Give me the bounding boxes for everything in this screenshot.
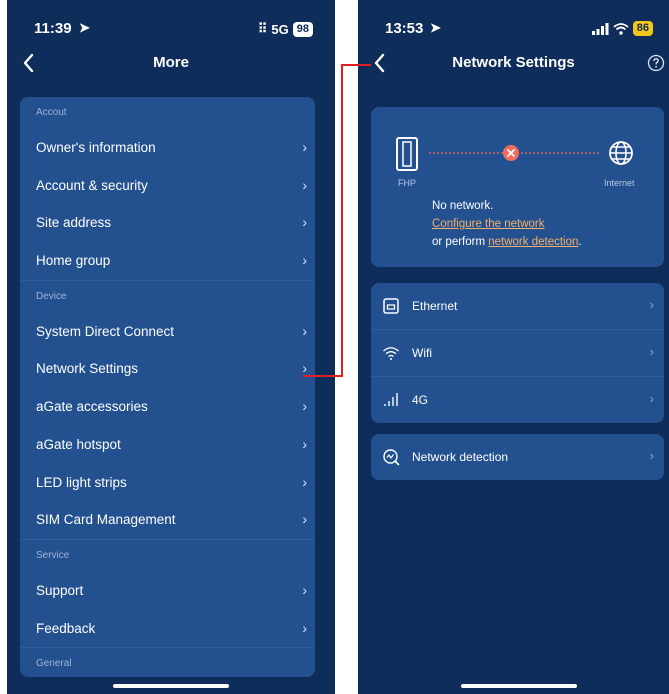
status-bar: 11:39 ➤ ⠿ 5G 98 (7, 0, 335, 48)
network-detection-row[interactable]: Network detection › (371, 434, 664, 480)
no-network-text: No network. (432, 200, 494, 212)
menu-item-led-light-strips[interactable]: LED light strips › (20, 464, 315, 502)
chevron-right-icon: › (302, 435, 307, 452)
row-label: 4G (412, 393, 429, 407)
menu-item-account-security[interactable]: Account & security › (20, 167, 315, 205)
cellular-icon (384, 393, 398, 406)
status-bar: 13:53 ➤ 86 (358, 0, 669, 48)
chevron-right-icon: › (302, 360, 307, 377)
wifi-icon (383, 347, 399, 360)
network-option-wifi[interactable]: Wifi › (371, 330, 664, 377)
internet-label: Internet (604, 178, 635, 188)
menu-item-agate-hotspot[interactable]: aGate hotspot › (20, 426, 315, 464)
menu-item-label: Home group (36, 253, 111, 269)
nav-bar: More (7, 48, 335, 78)
help-icon[interactable] (647, 54, 665, 72)
row-label: Wifi (412, 346, 432, 360)
row-label: Network detection (412, 450, 509, 464)
chevron-right-icon: › (649, 391, 654, 406)
location-arrow-icon: ➤ (79, 20, 90, 35)
menu-item-agate-accessories[interactable]: aGate accessories › (20, 388, 315, 426)
connector-line-horizontal-top (341, 64, 371, 66)
fhp-label: FHP (398, 178, 416, 188)
globe-icon (609, 141, 633, 165)
status-time: 13:53 (385, 20, 424, 37)
chevron-right-icon: › (302, 322, 307, 339)
home-indicator (461, 684, 577, 688)
connector-line-horizontal-bottom (303, 375, 343, 377)
network-option-4g[interactable]: 4G › (371, 377, 664, 423)
section-label-general: General (20, 647, 315, 677)
chevron-right-icon: › (649, 344, 654, 359)
section-label-device: Device (20, 279, 315, 313)
menu-item-label: LED light strips (36, 474, 127, 490)
home-indicator (113, 684, 229, 688)
network-status-card: FHP Internet No network. Configure the n… (371, 107, 664, 267)
menu-item-feedback[interactable]: Feedback › (20, 610, 315, 648)
configure-network-link[interactable]: Configure the network (432, 218, 545, 230)
menu-item-sim-card-management[interactable]: SIM Card Management › (20, 501, 315, 539)
menu-item-label: Site address (36, 215, 112, 231)
section-label-service: Service (20, 538, 315, 572)
chevron-right-icon: › (302, 139, 307, 155)
network-detection-card: Network detection › (371, 434, 664, 480)
detection-icon (383, 449, 400, 466)
connector-line-vertical (341, 64, 343, 377)
row-label: Ethernet (412, 299, 458, 313)
perform-prefix: or perform (432, 236, 489, 248)
chevron-right-icon: › (649, 297, 654, 312)
menu-item-label: System Direct Connect (36, 323, 175, 339)
sentence-period: . (578, 236, 582, 248)
chevron-right-icon: › (302, 619, 307, 636)
chevron-right-icon: › (649, 448, 654, 463)
chevron-right-icon: › (302, 176, 307, 193)
chevron-right-icon: › (302, 214, 307, 231)
status-time: 11:39 (34, 20, 72, 37)
section-label-account: Accout (36, 107, 67, 118)
perform-detection-text: or perform network detection. (432, 236, 582, 248)
menu-item-label: Owner's information (36, 140, 156, 155)
battery-indicator: 86 (632, 21, 653, 36)
menu-item-label: aGate hotspot (36, 436, 121, 452)
signal-dots-icon: ⠿ (257, 21, 268, 36)
network-settings-screen: 13:53 ➤ 86 Network Settings FHP Internet… (358, 0, 669, 694)
menu-item-label: Support (36, 582, 84, 598)
menu-item-network-settings[interactable]: Network Settings › (20, 350, 315, 388)
disconnected-error-icon (503, 145, 519, 161)
wifi-status-icon (613, 22, 629, 35)
chevron-right-icon: › (302, 398, 307, 415)
more-screen: 11:39 ➤ ⠿ 5G 98 More Accout Owner's info… (7, 0, 335, 694)
menu-item-owners-information[interactable]: Owner's information › (20, 129, 315, 167)
menu-item-label: Account & security (36, 177, 148, 193)
menu-item-site-address[interactable]: Site address › (20, 204, 315, 242)
battery-indicator: 98 (292, 21, 313, 37)
network-type: 5G (271, 21, 289, 37)
settings-menu: Accout Owner's information › Account & se… (20, 97, 315, 677)
menu-item-label: aGate accessories (36, 399, 148, 415)
menu-item-label: SIM Card Management (36, 512, 176, 528)
menu-item-home-group[interactable]: Home group › (20, 242, 315, 280)
network-option-ethernet[interactable]: Ethernet › (371, 283, 664, 330)
menu-item-label: Feedback (36, 620, 96, 636)
chevron-right-icon: › (302, 252, 307, 269)
page-title: Network Settings (452, 54, 575, 71)
location-arrow-icon: ➤ (430, 20, 441, 35)
ethernet-icon (383, 298, 399, 314)
menu-item-system-direct-connect[interactable]: System Direct Connect › (20, 313, 315, 351)
menu-item-label: Network Settings (36, 361, 139, 377)
cellular-signal-icon (591, 22, 609, 35)
menu-item-support[interactable]: Support › (20, 572, 315, 610)
page-title: More (153, 54, 189, 71)
nav-bar: Network Settings (358, 48, 669, 78)
network-options-list: Ethernet › Wifi › 4G › (371, 283, 664, 423)
chevron-right-icon: › (302, 473, 307, 490)
network-detection-link[interactable]: network detection (488, 236, 578, 248)
chevron-right-icon: › (302, 511, 307, 528)
fhp-device-icon (396, 137, 418, 171)
chevron-right-icon: › (302, 581, 307, 598)
